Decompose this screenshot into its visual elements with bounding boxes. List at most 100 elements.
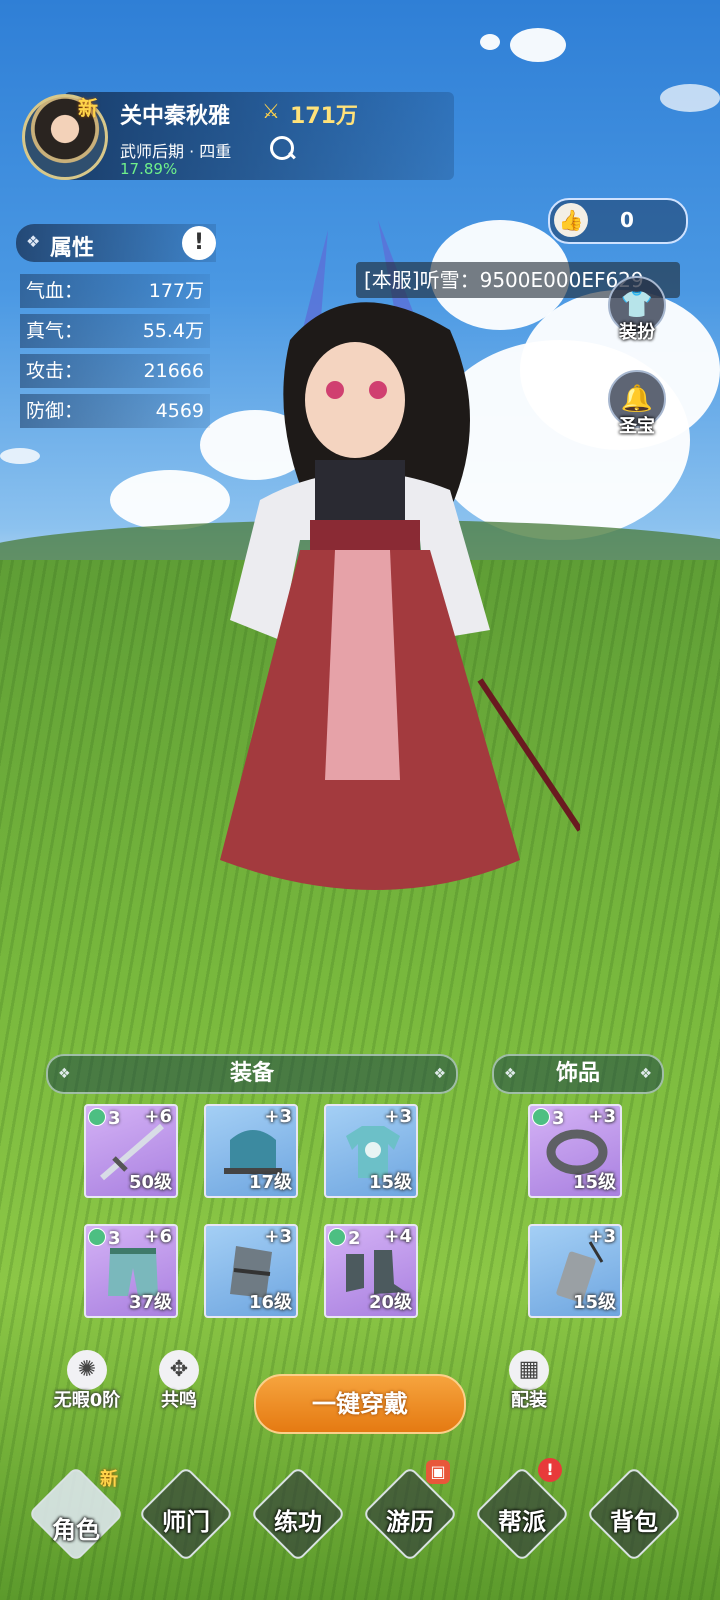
nav-sect[interactable]: 师门: [137, 1465, 235, 1570]
grid-icon: ▦: [509, 1350, 549, 1390]
gem-icon: [88, 1228, 106, 1246]
chest-icon: ▣: [426, 1460, 450, 1484]
nav-label: 游历: [386, 1508, 434, 1536]
loadout-label: 配装: [511, 1390, 547, 1411]
enhance-level: +6: [144, 1106, 172, 1127]
equipment-title: 装备: [229, 1061, 274, 1086]
item-level: 15级: [572, 1292, 616, 1313]
cloud: [510, 28, 566, 62]
cloud: [0, 448, 40, 464]
like-count: 0: [620, 208, 634, 232]
item-level: 50级: [128, 1172, 172, 1193]
cloud: [660, 84, 720, 112]
diamond-icon: ❖: [58, 1066, 71, 1082]
equip-slot-pants[interactable]: 3 +6 37级: [84, 1224, 178, 1318]
loadout-button[interactable]: ▦ 配装: [484, 1350, 574, 1412]
nav-travel[interactable]: 游历 ▣: [361, 1460, 459, 1570]
equip-slot-boots[interactable]: 2 +4 20级: [324, 1224, 418, 1318]
holy-treasure-button[interactable]: 🔔 圣宝: [607, 370, 667, 442]
combat-power: 171万: [290, 104, 358, 129]
attribute-key: 真气：: [26, 320, 84, 342]
enhance-level: +6: [144, 1226, 172, 1247]
gem-icon: [532, 1108, 550, 1126]
holy-treasure-label: 圣宝: [619, 416, 655, 437]
nav-label: 练功: [274, 1508, 322, 1536]
nav-label: 角色: [52, 1516, 100, 1544]
gem-icon: [328, 1228, 346, 1246]
resonance-icon: ✥: [159, 1350, 199, 1390]
pink-apron: [325, 550, 400, 780]
equip-slot-helmet[interactable]: +3 17级: [204, 1104, 298, 1198]
gem-count: 2: [328, 1228, 361, 1249]
gem-count: 3: [88, 1108, 121, 1129]
cultivation-realm: 武师后期 · 四重: [120, 142, 232, 161]
nav-training[interactable]: 练功: [249, 1465, 347, 1570]
gem-count-value: 2: [348, 1228, 361, 1249]
enhance-level: +4: [384, 1226, 412, 1247]
exp-progress: 17.89%: [120, 160, 178, 178]
gem-icon: [88, 1108, 106, 1126]
enhance-level: +3: [588, 1106, 616, 1127]
nav-label: 帮派: [498, 1508, 546, 1536]
face: [305, 342, 405, 458]
accessory-slot-ring[interactable]: 3 +3 15级: [528, 1104, 622, 1198]
flawless-icon: ✺: [67, 1350, 107, 1390]
diamond-icon: ❖: [639, 1066, 652, 1082]
gem-count: 3: [532, 1108, 565, 1129]
attribute-key: 气血：: [26, 280, 84, 302]
enhance-level: +3: [384, 1106, 412, 1127]
info-icon[interactable]: !: [182, 226, 216, 260]
nav-guild[interactable]: 帮派 !: [473, 1458, 571, 1570]
diamond-icon: ❖: [433, 1066, 446, 1082]
attributes-panel: ❖ 属性 ! 气血： 177万 真气： 55.4万 攻击： 21666 防御： …: [14, 220, 216, 430]
flawless-button[interactable]: ✺ 无暇0阶: [42, 1350, 132, 1412]
item-level: 20级: [368, 1292, 412, 1313]
flawless-label: 无暇0阶: [53, 1390, 121, 1411]
resonance-button[interactable]: ✥ 共鸣: [134, 1350, 224, 1412]
player-name: 关中秦秋雅: [120, 104, 231, 129]
sash: [310, 520, 420, 550]
nav-backpack[interactable]: 背包: [585, 1465, 683, 1570]
player-profile[interactable]: 新 关中秦秋雅 ⚔ 171万 武师后期 · 四重 17.89%: [14, 86, 454, 190]
item-level: 15级: [368, 1172, 412, 1193]
nav-label: 背包: [610, 1508, 658, 1536]
right-eye: [369, 381, 387, 399]
attribute-key: 防御：: [26, 400, 84, 422]
equip-slot-bracer[interactable]: +3 16级: [204, 1224, 298, 1318]
search-icon[interactable]: [270, 136, 294, 160]
new-badge: 新: [78, 96, 98, 120]
attribute-row-hp: 气血： 177万: [20, 274, 210, 308]
item-level: 37级: [128, 1292, 172, 1313]
alert-badge: !: [538, 1458, 562, 1482]
diamond-icon: ❖: [26, 232, 41, 251]
left-eye: [326, 381, 344, 399]
equip-all-button[interactable]: 一键穿戴: [254, 1374, 466, 1434]
item-level: 15级: [572, 1172, 616, 1193]
equip-slot-armor[interactable]: +3 15级: [324, 1104, 418, 1198]
equipment-section-title: ❖ 装备 ❖: [46, 1054, 458, 1094]
resonance-label: 共鸣: [161, 1390, 197, 1411]
gem-count-value: 3: [552, 1108, 565, 1129]
accessory-slot-pendant[interactable]: +3 15级: [528, 1224, 622, 1318]
enhance-level: +3: [264, 1106, 292, 1127]
diamond-icon: ❖: [504, 1066, 517, 1082]
enhance-level: +3: [264, 1226, 292, 1247]
attribute-row-attack: 攻击： 21666: [20, 354, 210, 388]
attribute-value: 21666: [143, 360, 204, 382]
attribute-value: 55.4万: [142, 320, 204, 342]
accessories-section-title: ❖ 饰品 ❖: [492, 1054, 664, 1094]
outfit-button[interactable]: 👕 装扮: [607, 276, 667, 348]
player-character-model: [220, 220, 580, 890]
new-badge: 新: [100, 1469, 118, 1490]
attribute-value: 4569: [155, 400, 204, 422]
gem-count-value: 3: [108, 1108, 121, 1129]
like-button[interactable]: 👍 0: [548, 198, 688, 244]
cloud: [480, 34, 500, 50]
outfit-label: 装扮: [619, 322, 655, 343]
crossed-swords-icon: ⚔: [262, 99, 280, 123]
accessories-title: 饰品: [555, 1061, 600, 1086]
nav-character[interactable]: 角色 新: [27, 1465, 125, 1570]
attribute-key: 攻击：: [26, 360, 84, 382]
equip-slot-weapon[interactable]: 3 +6 50级: [84, 1104, 178, 1198]
attributes-title: 属性: [50, 236, 95, 261]
